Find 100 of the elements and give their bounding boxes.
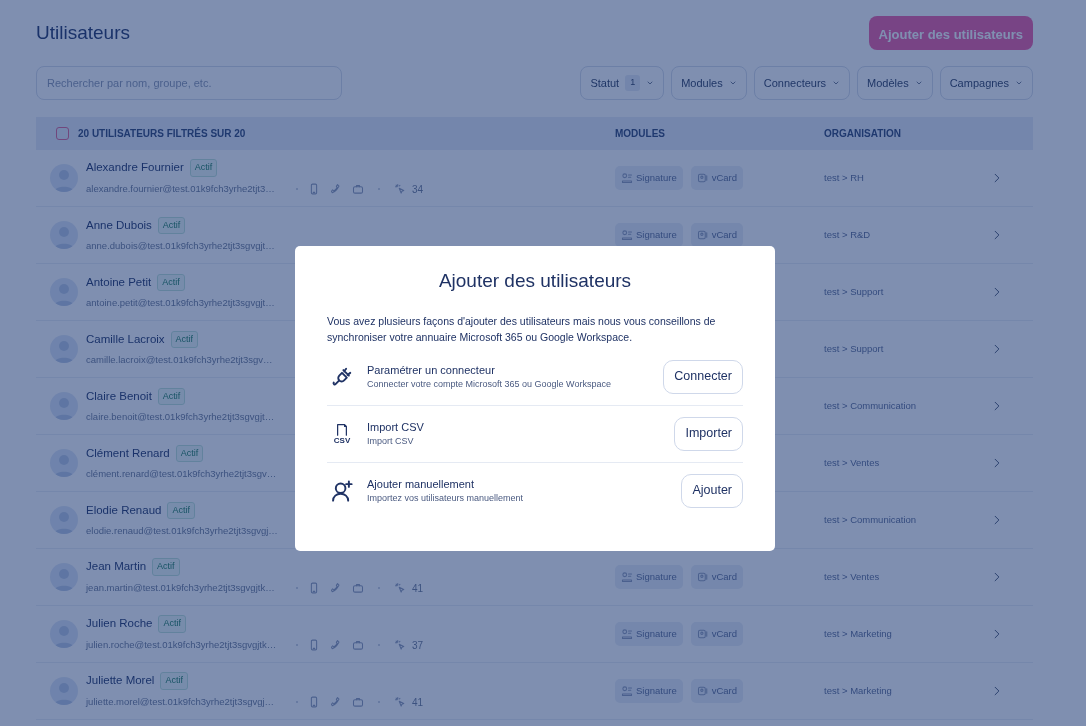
avatar-silhouette: [50, 449, 78, 477]
option-button[interactable]: Connecter: [663, 359, 743, 394]
user-name[interactable]: Claire Benoit: [86, 387, 152, 405]
organisation-path: test > RH: [824, 170, 865, 185]
status-badge: Actif: [157, 387, 186, 406]
icon-label: CSV: [333, 436, 351, 446]
file-icon: [335, 422, 349, 437]
briefcase-icon: [352, 639, 364, 652]
plug-icon: [331, 365, 353, 388]
user-email: julien.roche@test.01k9fch3yrhe2tjt3sgvgjtk…: [86, 638, 278, 653]
user-name[interactable]: Elodie Renaud: [86, 501, 162, 519]
chevron-right-icon[interactable]: [992, 629, 1002, 639]
user-name[interactable]: Antoine Petit: [86, 273, 152, 291]
briefcase-icon: [352, 582, 364, 595]
column-header: ORGANISATION: [824, 127, 903, 141]
organisation-path: test > Communication: [824, 398, 918, 413]
signature-icon: [621, 229, 633, 241]
organisation-path: test > Support: [824, 341, 885, 356]
chevron-right-icon[interactable]: [992, 173, 1002, 183]
chevron-right-icon[interactable]: [992, 515, 1002, 525]
mobile-phone-icon: [308, 639, 320, 652]
user-name[interactable]: Anne Dubois: [86, 216, 152, 234]
organisation-path: test > Marketing: [824, 626, 893, 641]
chevron-right-icon[interactable]: [992, 401, 1002, 411]
status-badge: Actif: [160, 672, 188, 690]
phone-icon: [330, 639, 342, 652]
filter-dropdown[interactable]: Campagnes: [939, 66, 1033, 100]
avatar-silhouette: [50, 506, 78, 534]
option-title: Ajouter manuellement: [367, 476, 475, 492]
chevron-right-icon[interactable]: [992, 287, 1002, 297]
signature-icon: [621, 571, 633, 583]
module-tag: Signature: [615, 222, 683, 248]
caret-icon: [728, 79, 737, 87]
user-email: jean.martin@test.01k9fch3yrhe2tjt3sgvgjtk…: [86, 581, 276, 596]
user-email: anne.dubois@test.01k9fch3yrhe2tjt3sgvgjt…: [86, 239, 276, 254]
user-email: camille.lacroix@test.01k9fch3yrhe2tjt3sgv…: [86, 353, 274, 368]
chevron-right-icon[interactable]: [992, 686, 1002, 696]
option-button[interactable]: Importer: [674, 416, 743, 451]
module-tag: vCard: [690, 222, 743, 248]
option-title: Paramétrer un connecteur: [367, 362, 496, 378]
filter-dropdown[interactable]: Connecteurs: [753, 66, 851, 100]
caret-icon: [646, 79, 655, 87]
user-name[interactable]: Alexandre Fournier: [86, 159, 184, 177]
avatar-silhouette: [50, 278, 78, 306]
organisation-path: test > Ventes: [824, 455, 881, 470]
avatar-silhouette: [50, 563, 78, 591]
click-count: 41: [412, 695, 424, 710]
filter-count: 1: [625, 75, 641, 91]
filter-dropdown[interactable]: Modèles: [857, 66, 933, 100]
caret-icon: [914, 79, 923, 87]
mobile-phone-icon: [308, 183, 320, 196]
user-name[interactable]: Juliette Morel: [86, 672, 155, 690]
click-icon: [394, 582, 406, 595]
contact-card-icon: [696, 571, 709, 583]
column-header: MODULES: [615, 127, 666, 141]
filter-dropdown[interactable]: Modules: [671, 66, 747, 100]
status-badge: Actif: [158, 615, 186, 633]
chevron-right-icon[interactable]: [992, 230, 1002, 240]
signature-icon: [621, 628, 633, 640]
module-tag: vCard: [690, 621, 743, 647]
contact-card-icon: [696, 229, 709, 241]
mobile-phone-icon: [308, 696, 320, 709]
chevron-right-icon[interactable]: [992, 458, 1002, 468]
status-badge: Actif: [170, 330, 199, 349]
avatar-silhouette: [50, 164, 78, 192]
avatar-silhouette: [50, 392, 78, 420]
organisation-path: test > R&D: [824, 227, 872, 242]
contact-card-icon: [696, 685, 709, 697]
click-count: 41: [412, 581, 424, 596]
user-name[interactable]: Julien Roche: [86, 615, 153, 633]
user-name[interactable]: Camille Lacroix: [86, 330, 165, 348]
module-tag: vCard: [690, 678, 743, 704]
click-icon: [394, 639, 406, 652]
click-icon: [394, 696, 406, 709]
module-tag: Signature: [615, 678, 683, 704]
module-tag: vCard: [690, 564, 743, 590]
user-name[interactable]: Clément Renard: [86, 444, 170, 462]
add-users-button[interactable]: Ajouter des utilisateurs: [868, 16, 1033, 50]
caret-icon: [832, 79, 841, 87]
option-button[interactable]: Ajouter: [681, 473, 743, 508]
click-count: 37: [412, 638, 424, 653]
user-email: alexandre.fournier@test.01k9fch3yrhe2tjt3…: [86, 182, 276, 197]
chevron-right-icon[interactable]: [992, 344, 1002, 354]
signature-icon: [621, 172, 633, 184]
organisation-path: test > Communication: [824, 512, 918, 527]
caret-icon: [1015, 79, 1023, 87]
user-name[interactable]: Jean Martin: [86, 558, 147, 576]
user-email: juliette.morel@test.01k9fch3yrhe2tjt3sgvgj…: [86, 695, 276, 710]
option-description: Import CSV: [367, 435, 415, 449]
click-icon: [394, 183, 406, 196]
dialog-intro: Vous avez plusieurs façons d'ajouter des utilisateurs mais nous vous conseillons de synchroniser votre annuaire Microsoft 365 ou Google Workspace.: [327, 313, 717, 345]
select-all-checkbox[interactable]: [56, 127, 69, 140]
avatar-silhouette: [50, 335, 78, 363]
dialog-title: Ajouter des utilisateurs: [437, 270, 633, 293]
status-badge: Actif: [175, 444, 204, 463]
option-title: Import CSV: [367, 419, 424, 435]
chevron-right-icon[interactable]: [992, 572, 1002, 582]
option-description: Connecter votre compte Microsoft 365 ou Google Workspace: [367, 378, 611, 392]
filter-dropdown[interactable]: Statut 1: [580, 66, 665, 100]
avatar-silhouette: [50, 620, 78, 648]
